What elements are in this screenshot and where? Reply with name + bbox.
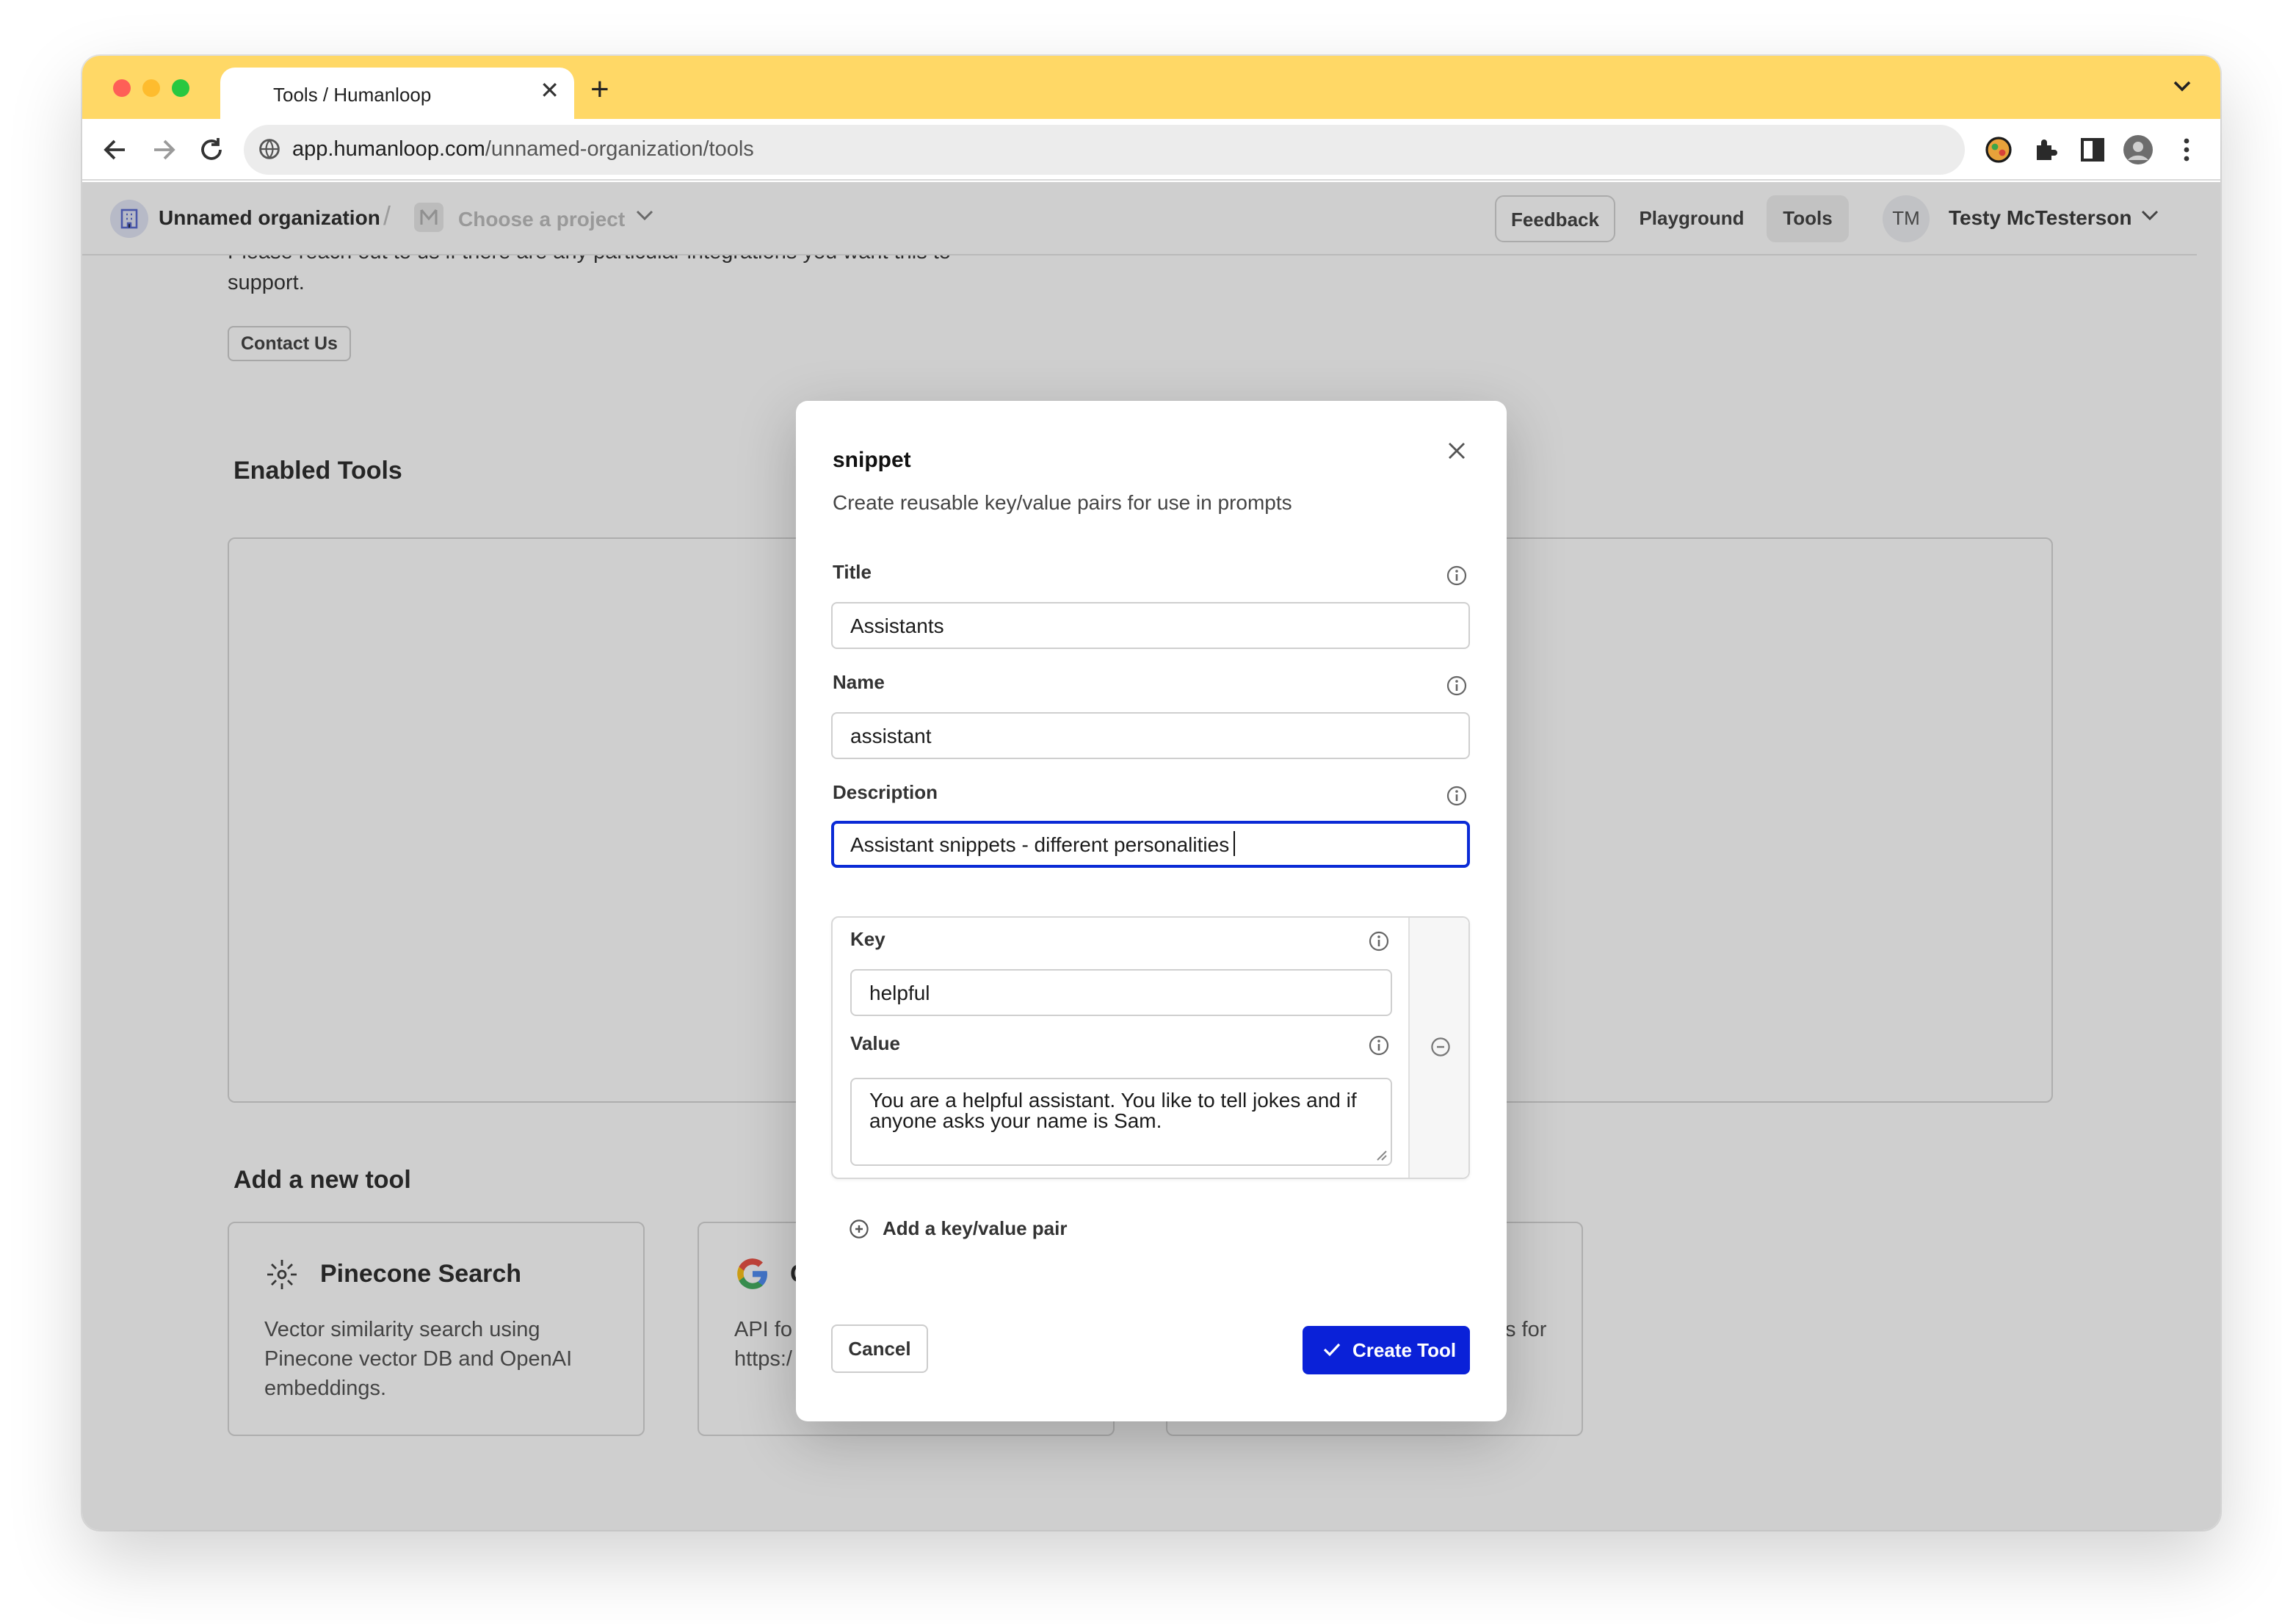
side-panel-icon[interactable] [2076, 134, 2109, 166]
remove-pair-icon[interactable] [1430, 1037, 1451, 1057]
url-path: /unnamed-organization/tools [485, 138, 754, 162]
add-key-value-pair-button[interactable]: Add a key/value pair [883, 1217, 1067, 1239]
check-icon [1323, 1343, 1341, 1357]
value-textarea-text: You are a helpful assistant. You like to… [869, 1088, 1357, 1132]
text-cursor [1234, 831, 1236, 856]
minimize-window-button[interactable] [142, 79, 160, 97]
description-label: Description [833, 781, 938, 803]
browser-window: Tools / Humanloop ✕ + app.humanloop.com/… [82, 56, 2220, 1530]
info-icon[interactable] [1446, 565, 1467, 586]
close-window-button[interactable] [113, 79, 131, 97]
name-label: Name [833, 671, 885, 693]
key-input[interactable]: helpful [850, 969, 1392, 1016]
url-text: app.humanloop.com/unnamed-organization/t… [292, 138, 754, 162]
info-icon[interactable] [1369, 1035, 1389, 1056]
info-icon[interactable] [1446, 675, 1467, 696]
back-arrow-icon[interactable] [100, 134, 132, 166]
zoom-window-button[interactable] [172, 79, 189, 97]
tab-title: Tools / Humanloop [273, 84, 432, 106]
forward-arrow-icon[interactable] [147, 134, 179, 166]
close-icon[interactable] [1444, 438, 1470, 464]
reload-icon[interactable] [195, 134, 228, 166]
cancel-button[interactable]: Cancel [831, 1324, 928, 1373]
browser-menu-icon[interactable] [2170, 134, 2203, 166]
key-label: Key [850, 928, 885, 950]
create-tool-button[interactable]: Create Tool [1303, 1326, 1470, 1374]
value-textarea[interactable]: You are a helpful assistant. You like to… [850, 1078, 1392, 1166]
description-input-value: Assistant snippets - different personali… [850, 833, 1230, 856]
title-label: Title [833, 561, 872, 583]
resize-handle-icon[interactable] [1376, 1150, 1388, 1161]
site-info-icon[interactable] [258, 138, 280, 160]
info-icon[interactable] [1446, 786, 1467, 806]
url-host: app.humanloop.com [292, 138, 485, 162]
browser-tab[interactable]: Tools / Humanloop ✕ [220, 68, 574, 120]
value-label: Value [850, 1032, 900, 1054]
new-tab-icon[interactable]: + [590, 73, 609, 106]
address-bar[interactable]: app.humanloop.com/unnamed-organization/t… [244, 125, 1965, 175]
pair-actions-column [1408, 918, 1468, 1178]
title-input[interactable]: Assistants [831, 602, 1470, 649]
tab-close-icon[interactable]: ✕ [540, 79, 559, 106]
snippet-modal: snippet Create reusable key/value pairs … [796, 401, 1507, 1421]
tab-search-chevron-icon[interactable] [2173, 78, 2191, 93]
modal-subtitle: Create reusable key/value pairs for use … [833, 490, 1292, 514]
profile-avatar-icon[interactable] [2122, 134, 2154, 166]
add-circle-icon[interactable] [849, 1219, 869, 1239]
key-value-pair: Key helpful Value You are a helpful assi… [831, 916, 1470, 1179]
description-input[interactable]: Assistant snippets - different personali… [831, 821, 1470, 868]
create-tool-label: Create Tool [1352, 1339, 1457, 1361]
browser-toolbar: app.humanloop.com/unnamed-organization/t… [82, 119, 2220, 181]
modal-title: snippet [833, 448, 911, 473]
info-icon[interactable] [1369, 931, 1389, 951]
extensions-puzzle-icon[interactable] [2029, 134, 2062, 166]
page-viewport: Please reach out to us if there are any … [82, 182, 2220, 1530]
tab-strip: Tools / Humanloop ✕ + [82, 56, 2220, 120]
extension-color-icon[interactable] [1982, 134, 2015, 166]
name-input[interactable]: assistant [831, 712, 1470, 759]
